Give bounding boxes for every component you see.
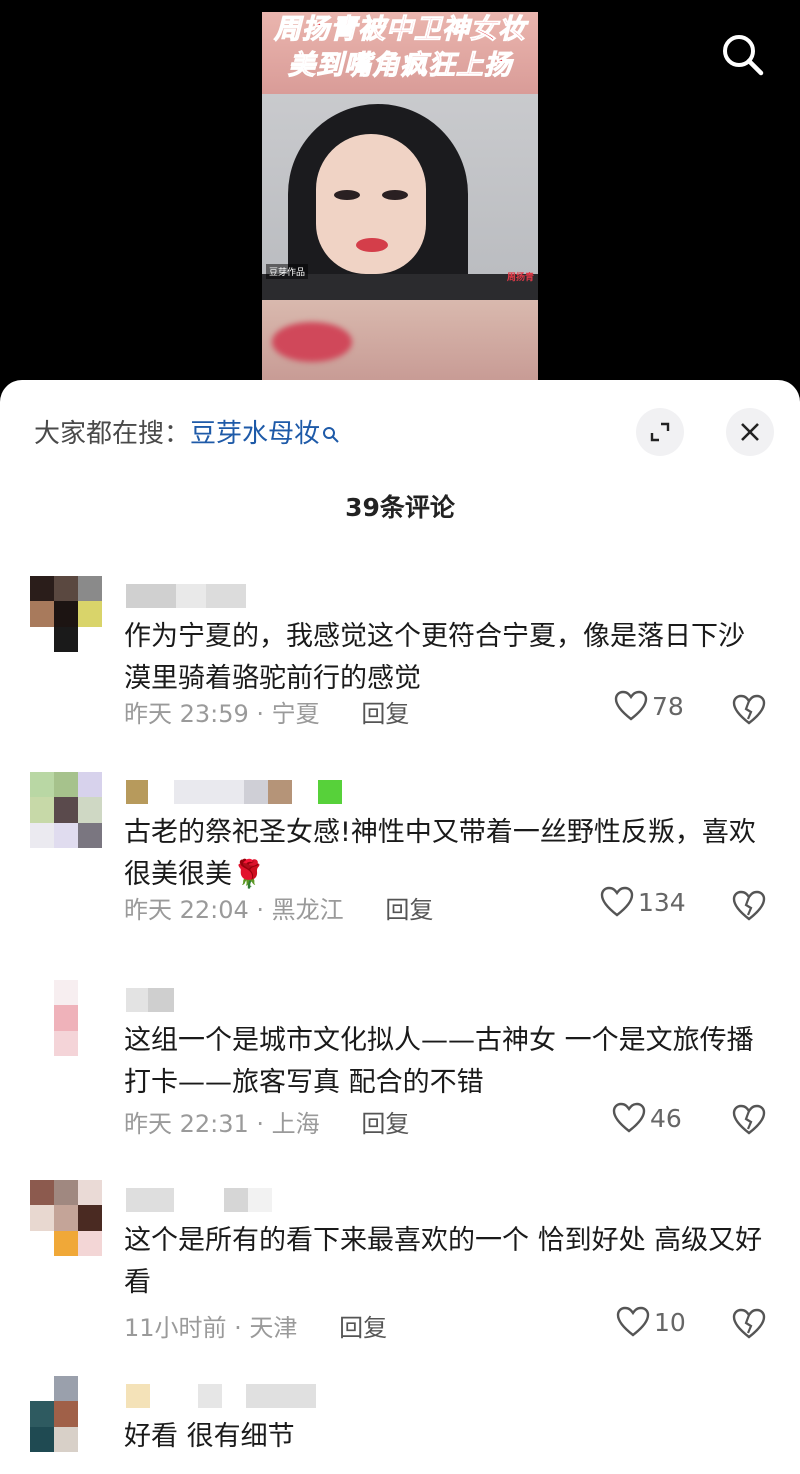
video-caption-line-2: 美到嘴角疯狂上扬 bbox=[288, 50, 512, 82]
reply-button[interactable]: 回复 bbox=[339, 1314, 387, 1342]
comment-meta: 昨天 23:59 · 宁夏 回复 bbox=[124, 694, 409, 729]
reply-button[interactable]: 回复 bbox=[385, 896, 433, 924]
video-caption: 周扬青被中卫神女妆 美到嘴角疯狂上扬 bbox=[262, 12, 538, 94]
avatar[interactable] bbox=[30, 1180, 102, 1256]
like-button[interactable]: 78 bbox=[614, 690, 684, 722]
like-count: 46 bbox=[650, 1103, 682, 1133]
dislike-button[interactable] bbox=[732, 1104, 766, 1136]
close-button[interactable] bbox=[726, 408, 774, 456]
username-blurred[interactable] bbox=[126, 1384, 316, 1408]
comment-meta: 昨天 22:04 · 黑龙江 回复 bbox=[124, 890, 433, 925]
comment-text: 好看 很有细节 bbox=[124, 1421, 295, 1452]
right-eye-shape bbox=[382, 190, 408, 200]
comment-sheet: 大家都在搜：豆芽水母妆 39条评论 作为宁夏的，我感觉这个更符合宁夏，像是落日下… bbox=[0, 380, 800, 1474]
like-button[interactable]: 10 bbox=[616, 1306, 686, 1338]
avatar[interactable] bbox=[30, 980, 102, 1056]
lip-closeup bbox=[262, 300, 538, 384]
like-count: 134 bbox=[638, 887, 686, 917]
hot-search-bar[interactable]: 大家都在搜：豆芽水母妆 bbox=[34, 416, 340, 452]
username-blurred[interactable] bbox=[126, 1188, 272, 1212]
broken-heart-icon bbox=[732, 1104, 766, 1135]
lip-closeup-shape bbox=[272, 322, 352, 362]
comment-meta: 昨天 22:31 · 上海 回复 bbox=[124, 1104, 409, 1139]
video-player[interactable]: 周扬青被中卫神女妆 美到嘴角疯狂上扬 豆芽作品 周扬青 bbox=[0, 0, 800, 400]
comment-text: 这个是所有的看下来最喜欢的一个 恰到好处 高级又好看 bbox=[124, 1225, 763, 1298]
video-face-frame: 豆芽作品 周扬青 bbox=[262, 94, 538, 314]
username-blurred[interactable] bbox=[126, 584, 246, 608]
hot-search-term[interactable]: 豆芽水母妆 bbox=[190, 419, 320, 449]
comment-meta: 11小时前 · 天津 回复 bbox=[124, 1308, 387, 1343]
expand-icon bbox=[650, 422, 670, 442]
reply-button[interactable]: 回复 bbox=[361, 1110, 409, 1138]
left-eye-shape bbox=[334, 190, 360, 200]
broken-heart-icon bbox=[732, 694, 766, 725]
dislike-button[interactable] bbox=[732, 694, 766, 726]
avatar[interactable] bbox=[30, 1376, 102, 1452]
comment-time-location: 昨天 22:31 · 上海 bbox=[124, 1110, 320, 1138]
like-button[interactable]: 46 bbox=[612, 1102, 682, 1134]
comment-text: 作为宁夏的，我感觉这个更符合宁夏，像是落日下沙漠里骑着骆驼前行的感觉 bbox=[124, 621, 745, 694]
search-icon[interactable] bbox=[718, 30, 766, 78]
small-search-icon bbox=[322, 418, 340, 454]
like-button[interactable]: 134 bbox=[600, 886, 686, 918]
dislike-button[interactable] bbox=[732, 890, 766, 922]
like-count: 78 bbox=[652, 691, 684, 721]
dislike-button[interactable] bbox=[732, 1308, 766, 1340]
avatar[interactable] bbox=[30, 772, 102, 848]
expand-button[interactable] bbox=[636, 408, 684, 456]
broken-heart-icon bbox=[732, 1308, 766, 1339]
comment-time-location: 11小时前 · 天津 bbox=[124, 1314, 298, 1342]
username-blurred[interactable] bbox=[126, 780, 342, 804]
broken-heart-icon bbox=[732, 890, 766, 921]
heart-outline-icon bbox=[600, 886, 634, 917]
like-count: 10 bbox=[654, 1307, 686, 1337]
comment-text: 古老的祭祀圣女感!神性中又带着一丝野性反叛，喜欢很美很美🌹 bbox=[124, 817, 756, 890]
video-thumbnail[interactable]: 周扬青被中卫神女妆 美到嘴角疯狂上扬 豆芽作品 周扬青 bbox=[262, 12, 538, 384]
hot-search-label: 大家都在搜： bbox=[34, 419, 191, 449]
heart-outline-icon bbox=[614, 690, 648, 721]
video-caption-line-1: 周扬青被中卫神女妆 bbox=[274, 14, 526, 46]
comment-time-location: 昨天 22:04 · 黑龙江 bbox=[124, 896, 344, 924]
video-watermark-left: 豆芽作品 bbox=[266, 264, 309, 279]
username-blurred[interactable] bbox=[126, 988, 174, 1012]
comment-count-title: 39条评论 bbox=[345, 493, 455, 522]
comment-text: 这组一个是城市文化拟人——古神女 一个是文旅传播打卡——旅客写真 配合的不错 bbox=[124, 1025, 754, 1098]
video-watermark-right: 周扬青 bbox=[506, 273, 534, 283]
lips-shape bbox=[356, 238, 388, 252]
avatar[interactable] bbox=[30, 576, 102, 652]
face-shape bbox=[316, 134, 426, 274]
heart-outline-icon bbox=[612, 1102, 646, 1133]
heart-outline-icon bbox=[616, 1306, 650, 1337]
comment-time-location: 昨天 23:59 · 宁夏 bbox=[124, 700, 320, 728]
close-icon bbox=[741, 423, 759, 441]
reply-button[interactable]: 回复 bbox=[361, 700, 409, 728]
